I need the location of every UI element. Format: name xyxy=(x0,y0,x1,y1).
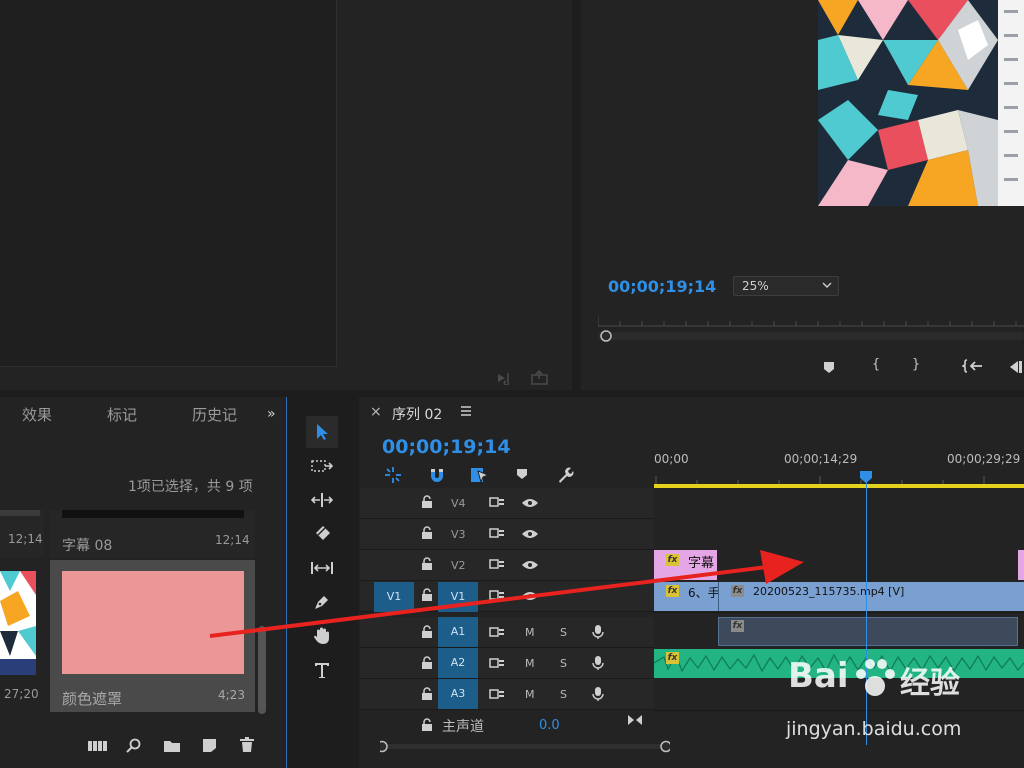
track-select-tool[interactable] xyxy=(306,450,338,482)
export-audio-icon[interactable] xyxy=(496,371,516,385)
baidu-jingyan-watermark: Bai 经验 jingyan.baidu.com xyxy=(786,656,1024,768)
trash-icon xyxy=(240,737,254,752)
new-bin-icon xyxy=(164,741,180,752)
program-timecode[interactable]: 00;00;19;14 xyxy=(608,277,716,296)
program-preview-frame xyxy=(818,0,1024,206)
program-scrub-bar[interactable] xyxy=(598,312,1024,344)
tab-markers[interactable]: 标记 xyxy=(107,404,137,425)
lock-icon[interactable] xyxy=(421,526,433,539)
lock-icon[interactable] xyxy=(421,718,433,731)
nest-toggle-button[interactable] xyxy=(384,466,402,484)
ruler-label: 00;00;29;29 xyxy=(947,452,1021,466)
paw-icon xyxy=(852,656,898,702)
new-item-button[interactable] xyxy=(202,738,218,753)
go-to-in-button[interactable] xyxy=(962,357,984,375)
track-header-a3 xyxy=(360,679,654,710)
add-marker-timeline-button[interactable] xyxy=(515,467,529,481)
mark-in-icon: { xyxy=(871,357,881,372)
item-duration: 12;14 xyxy=(8,532,43,546)
magnet-icon xyxy=(431,469,443,482)
ruler-label: 00;00;14;29 xyxy=(784,452,858,466)
track-header-v4 xyxy=(360,488,654,519)
title-clip-v2-right[interactable] xyxy=(1018,550,1024,580)
timeline-settings-button[interactable] xyxy=(556,466,574,484)
watermark-url: jingyan.baidu.com xyxy=(786,718,962,740)
item-thumbnail-edge xyxy=(62,510,244,518)
selection-status: 1项已选择，共 9 项 xyxy=(128,479,253,495)
sequence-menu-icon[interactable] xyxy=(460,405,472,417)
eye-icon[interactable] xyxy=(521,498,539,508)
tab-effects[interactable]: 效果 xyxy=(22,404,52,425)
annotation-arrow xyxy=(200,540,840,660)
item-duration: 27;20 xyxy=(4,687,39,701)
go-to-edit-icon[interactable] xyxy=(627,714,643,726)
track-target-a3[interactable]: A3 xyxy=(438,679,478,709)
source-monitor-viewport xyxy=(0,0,337,367)
ruler-label: 00;00 xyxy=(654,452,689,466)
freeform-view-icon xyxy=(88,741,107,751)
clear-button[interactable] xyxy=(239,737,255,753)
close-sequence-icon[interactable]: × xyxy=(370,404,382,420)
watermark-brand: Bai xyxy=(788,656,849,696)
linked-selection-icon xyxy=(471,468,490,484)
tab-history[interactable]: 历史记 xyxy=(192,404,238,425)
track-select-tool-icon xyxy=(311,460,333,472)
export-frame-icon[interactable] xyxy=(530,370,550,385)
ripple-edit-tool-icon xyxy=(311,493,333,507)
zoom-level-select[interactable]: 25% xyxy=(733,276,839,296)
watermark-brand-2: 经验 xyxy=(900,666,960,701)
zoom-level-value: 25% xyxy=(742,279,769,293)
type-tool-icon xyxy=(315,663,329,678)
sync-lock-icon[interactable] xyxy=(489,688,505,700)
master-volume-value[interactable]: 0.0 xyxy=(539,718,560,733)
mark-out-button[interactable]: } xyxy=(906,357,926,372)
find-icon xyxy=(126,738,141,753)
ruler-ticks xyxy=(654,476,1024,484)
lock-icon[interactable] xyxy=(421,687,433,700)
marker-icon xyxy=(824,362,834,373)
eye-icon[interactable] xyxy=(521,529,539,539)
item-thumbnail-edge xyxy=(0,510,40,516)
item-name: 字幕 08 xyxy=(62,538,113,554)
sequence-timecode[interactable]: 00;00;19;14 xyxy=(382,436,511,458)
panel-overflow-icon[interactable]: » xyxy=(267,406,276,422)
linked-selection-button[interactable] xyxy=(470,466,490,484)
snap-button[interactable] xyxy=(428,466,446,484)
mute-button[interactable]: M xyxy=(525,688,535,701)
add-marker-button[interactable] xyxy=(820,359,838,375)
project-item-thumbnail[interactable] xyxy=(0,571,36,675)
master-track-header xyxy=(360,712,654,740)
marker-icon xyxy=(517,469,527,479)
video-clip-v1-right[interactable] xyxy=(1018,582,1024,611)
track-name[interactable]: V4 xyxy=(451,497,466,510)
step-back-icon xyxy=(1010,361,1022,373)
step-back-button[interactable] xyxy=(1006,359,1024,375)
selection-tool-icon xyxy=(317,424,328,440)
mark-out-icon: } xyxy=(911,357,921,372)
freeform-view-button[interactable] xyxy=(88,740,108,752)
item-duration: 4;23 xyxy=(218,688,245,702)
timeline-zoom-scrollbar[interactable] xyxy=(380,740,670,754)
nest-sequence-icon xyxy=(385,467,401,483)
sync-lock-icon[interactable] xyxy=(489,496,505,508)
selection-tool[interactable] xyxy=(306,416,338,448)
item-name: 颜色遮罩 xyxy=(62,690,123,708)
master-track-label: 主声道 xyxy=(442,719,484,735)
go-to-in-icon xyxy=(962,359,982,373)
find-button[interactable] xyxy=(126,738,142,754)
geometric-preview-image xyxy=(818,0,1024,206)
solo-button[interactable]: S xyxy=(560,688,567,701)
microphone-icon[interactable] xyxy=(592,686,604,702)
lane-v4[interactable] xyxy=(654,488,1024,520)
lock-icon[interactable] xyxy=(421,495,433,508)
new-item-icon xyxy=(203,739,216,752)
mark-in-button[interactable]: { xyxy=(866,357,886,372)
wrench-icon xyxy=(559,467,574,483)
chevron-down-icon xyxy=(822,282,832,289)
ripple-edit-tool[interactable] xyxy=(306,484,338,516)
sync-lock-icon[interactable] xyxy=(489,527,505,539)
sequence-tab-title[interactable]: 序列 02 xyxy=(392,404,442,424)
new-bin-button[interactable] xyxy=(163,739,181,753)
